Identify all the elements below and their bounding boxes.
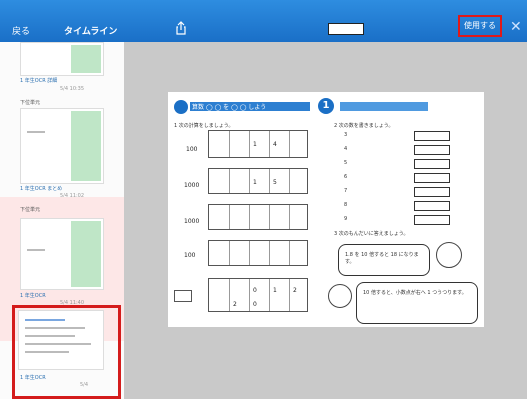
section-heading: 1 次の計算をしましょう。: [174, 123, 234, 129]
character-illustration: [328, 284, 352, 308]
worksheet-title: 算数 ◯ ◯ を ◯ ◯ しよう: [192, 104, 267, 111]
place-value-grid: [208, 204, 308, 230]
item-meta: 1 年生OCR: [20, 293, 46, 299]
row-number: 7: [344, 188, 348, 194]
digit: 1: [273, 287, 277, 294]
logo-icon: [174, 100, 188, 114]
share-icon[interactable]: [176, 21, 186, 35]
answer-box: [414, 145, 450, 155]
document-viewer[interactable]: 算数 ◯ ◯ を ◯ ◯ しよう 1 1 次の計算をしましょう。 2 次の数を書…: [124, 42, 527, 399]
back-button[interactable]: 戻る: [12, 24, 30, 37]
place-value-grid: 1 4: [208, 130, 308, 158]
answer-box: [174, 290, 192, 302]
row-number: 5: [344, 160, 348, 166]
digit: 1: [253, 179, 257, 186]
answer-box: [414, 131, 450, 141]
place-value-grid: [208, 240, 308, 266]
row-label: 100: [184, 252, 196, 259]
section-heading: 3 次のもんだいに答えましょう。: [334, 231, 409, 237]
row-number: 8: [344, 202, 348, 208]
timeline-thumbnail[interactable]: [20, 218, 104, 290]
page-number: 1: [318, 98, 334, 114]
item-meta: 1 年生OCR 詳細: [20, 78, 58, 84]
row-number: 4: [344, 146, 348, 152]
speech-bubble: 1.8 を 10 倍すると 18 になります。: [338, 244, 430, 276]
place-value-grid: 1 5: [208, 168, 308, 194]
answer-box: [414, 187, 450, 197]
digit: 2: [233, 301, 237, 308]
thumb-green-panel: [71, 111, 101, 181]
close-icon[interactable]: ✕: [510, 19, 522, 35]
thumb-green-panel: [71, 45, 101, 73]
worksheet-page: 算数 ◯ ◯ を ◯ ◯ しよう 1 1 次の計算をしましょう。 2 次の数を書…: [168, 92, 484, 327]
use-button-label: 使用する: [464, 21, 496, 30]
name-field: [340, 102, 428, 111]
row-label: 100: [186, 146, 198, 153]
speech-bubble: 10 倍すると、小数点が右へ 1 つうつります。: [356, 282, 478, 324]
answer-box: [414, 159, 450, 169]
speech-text: 1.8 を 10 倍すると 18 になります。: [345, 252, 419, 265]
digit: 0: [253, 301, 257, 308]
speech-text: 10 倍すると、小数点が右へ 1 つうつります。: [363, 290, 467, 296]
answer-box: [414, 215, 450, 225]
digit: 5: [273, 179, 277, 186]
row-number: 3: [344, 132, 348, 138]
row-number: 9: [344, 216, 348, 222]
row-number: 6: [344, 174, 348, 180]
digit: 0: [253, 287, 257, 294]
section-label: 下位単元: [20, 100, 41, 106]
answer-box: [414, 201, 450, 211]
character-illustration: [436, 242, 462, 268]
digit: 1: [253, 141, 257, 148]
item-stamp: 5/4 10:35: [60, 86, 85, 92]
page-title: タイムライン: [64, 27, 118, 37]
selection-highlight: [12, 305, 121, 399]
digit: 2: [293, 287, 297, 294]
page-indicator: [328, 23, 364, 35]
timeline-thumbnail[interactable]: [20, 42, 104, 76]
digit: 4: [273, 141, 277, 148]
use-button[interactable]: 使用する: [458, 15, 502, 37]
section-label: 下位単元: [20, 207, 41, 213]
item-meta: 1 年生OCR まとめ: [20, 186, 63, 192]
section-heading: 2 次の数を書きましょう。: [334, 123, 394, 129]
top-bar: 戻る タイムライン 使用する ✕: [0, 0, 527, 42]
timeline-thumbnail[interactable]: [20, 108, 104, 184]
row-label: 1000: [184, 218, 200, 225]
thumb-green-panel: [71, 221, 101, 287]
row-label: 1000: [184, 182, 200, 189]
place-value-grid: 0 1 2 2 0: [208, 278, 308, 312]
answer-box: [414, 173, 450, 183]
